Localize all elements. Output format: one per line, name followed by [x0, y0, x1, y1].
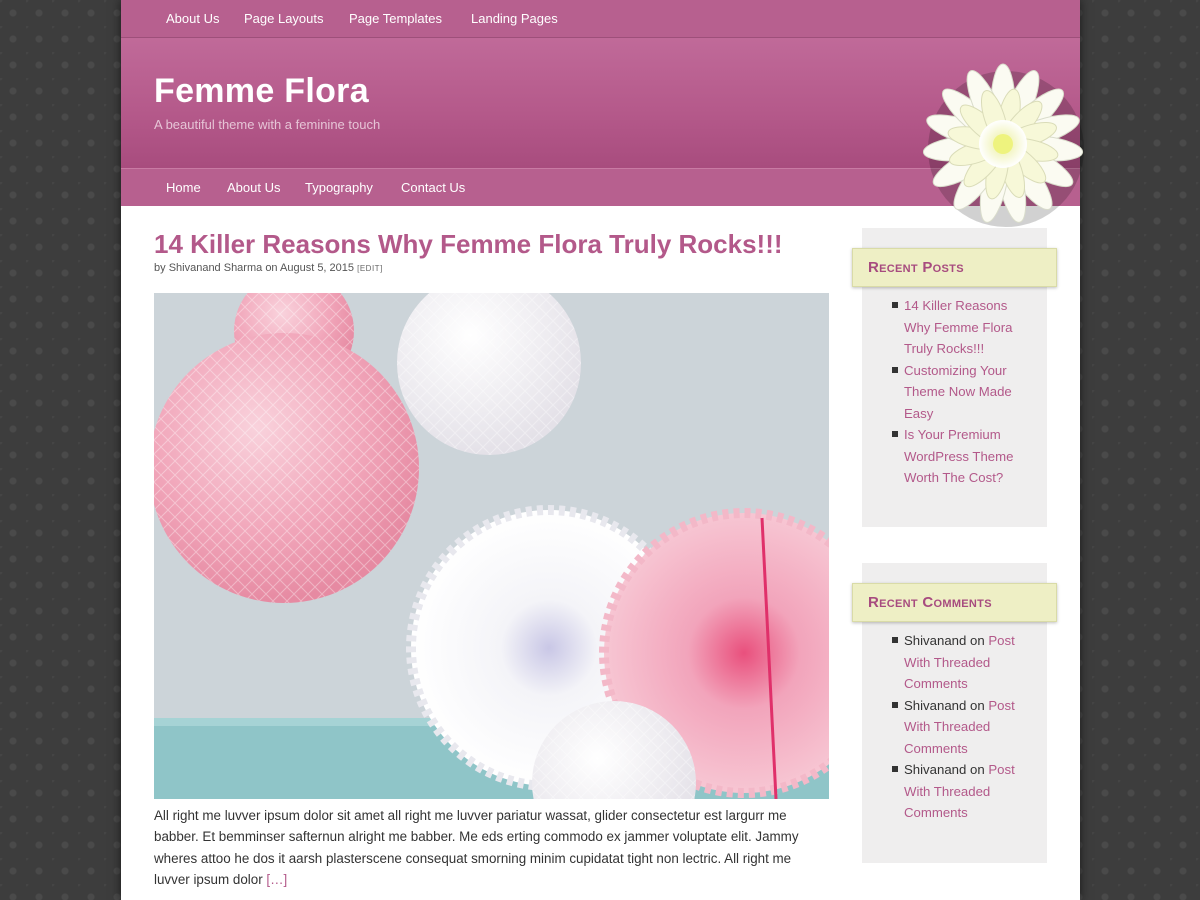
comment-on: on — [970, 633, 985, 648]
top-nav-page-templates[interactable]: Page Templates — [349, 0, 442, 37]
list-item: 14 Killer Reasons Why Femme Flora Truly … — [862, 295, 1047, 360]
main-content: 14 Killer Reasons Why Femme Flora Truly … — [121, 205, 1080, 900]
post-author-link[interactable]: Shivanand Sharma — [169, 262, 263, 274]
recent-comments-list: Shivanand on Post With Threaded Comments… — [862, 630, 1047, 824]
top-nav-page-layouts[interactable]: Page Layouts — [244, 0, 324, 37]
excerpt-text: All right me luvver ipsum dolor sit amet… — [154, 808, 799, 887]
main-nav-typography[interactable]: Typography — [305, 169, 373, 206]
recent-comments-widget: Recent Comments Shivanand on Post With T… — [852, 563, 1057, 863]
recent-posts-title: Recent Posts — [852, 248, 1057, 287]
comment-on: on — [970, 762, 985, 777]
recent-post-link[interactable]: Is Your Premium WordPress Theme Worth Th… — [904, 427, 1013, 485]
top-nav-about-us[interactable]: About Us — [166, 0, 219, 37]
top-nav-landing-pages[interactable]: Landing Pages — [471, 0, 558, 37]
recent-posts-widget: Recent Posts 14 Killer Reasons Why Femme… — [852, 228, 1057, 527]
comment-author: Shivanand — [904, 762, 967, 777]
site-description: A beautiful theme with a feminine touch — [154, 117, 381, 132]
main-nav-about-us[interactable]: About Us — [227, 169, 280, 206]
read-more-link[interactable]: […] — [266, 872, 287, 887]
comment-on: on — [970, 697, 985, 713]
post-date: August 5, 2015 — [280, 262, 355, 274]
post-title[interactable]: 14 Killer Reasons Why Femme Flora Truly … — [154, 229, 783, 260]
comment-author: Shivanand — [904, 633, 967, 648]
main-nav-home[interactable]: Home — [166, 169, 201, 206]
edit-link-wrapper: [Edit] — [357, 264, 383, 273]
list-item: Shivanand on Post With Threaded Comments — [862, 759, 1047, 824]
comment-author: Shivanand — [904, 697, 967, 713]
site-title[interactable]: Femme Flora — [154, 72, 369, 111]
recent-post-link[interactable]: Customizing Your Theme Now Made Easy — [904, 363, 1012, 421]
post-byline: by Shivanand Sharma on August 5, 2015 [E… — [154, 262, 383, 274]
recent-comments-title: Recent Comments — [852, 583, 1057, 622]
recent-post-link[interactable]: 14 Killer Reasons Why Femme Flora Truly … — [904, 298, 1012, 356]
edit-link[interactable]: Edit — [360, 264, 380, 273]
byline-prefix: by — [154, 262, 166, 274]
page-wrapper: About Us Page Layouts Page Templates Lan… — [121, 0, 1084, 900]
list-item: Shivanand on Post With Threaded Comments — [862, 695, 1047, 760]
list-item: Customizing Your Theme Now Made Easy — [862, 360, 1047, 425]
byline-on: on — [265, 262, 278, 274]
recent-posts-list: 14 Killer Reasons Why Femme Flora Truly … — [862, 295, 1047, 489]
list-item: Shivanand on Post With Threaded Comments — [862, 630, 1047, 695]
post-excerpt: All right me luvver ipsum dolor sit amet… — [154, 805, 830, 890]
main-nav-contact-us[interactable]: Contact Us — [401, 169, 465, 206]
featured-image[interactable] — [154, 293, 829, 799]
top-navigation: About Us Page Layouts Page Templates Lan… — [121, 0, 1080, 38]
list-item: Is Your Premium WordPress Theme Worth Th… — [862, 424, 1047, 489]
